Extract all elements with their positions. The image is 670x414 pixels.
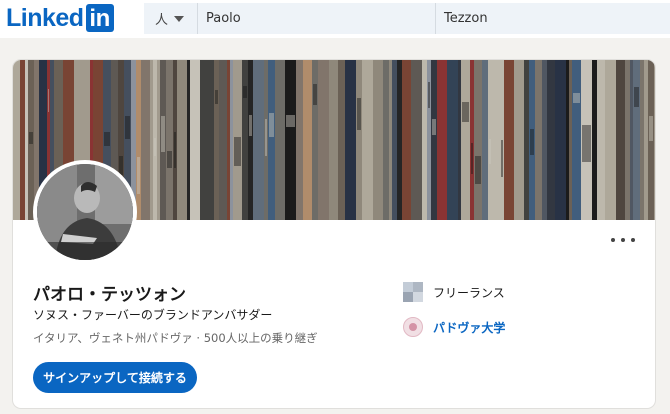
more-dot	[611, 238, 615, 242]
more-options-button[interactable]	[611, 232, 635, 248]
more-dot	[631, 238, 635, 242]
people-search-bar: 人 Paolo Tezzon	[144, 3, 670, 34]
profile-headline: ソヌス・ファーバーのブランドアンバサダー	[33, 308, 273, 322]
first-name-value: Paolo	[206, 11, 241, 26]
last-name-input[interactable]: Tezzon	[436, 3, 670, 34]
linkedin-logo[interactable]: Linked in	[6, 4, 114, 32]
school-name: パドヴァ大学	[433, 320, 506, 335]
search-category-label: 人	[155, 13, 169, 28]
top-navigation-bar: Linked in 人 Paolo Tezzon	[0, 0, 670, 38]
profile-card: パオロ・テッツォン ソヌス・ファーバーのブランドアンバサダー イタリア、ヴェネト…	[13, 60, 655, 408]
company-name: フリーランス	[433, 285, 505, 300]
first-name-input[interactable]: Paolo	[198, 3, 436, 34]
school-logo-icon	[403, 317, 423, 337]
caret-down-icon	[174, 15, 185, 22]
profile-photo-image	[37, 164, 133, 260]
profile-photo	[37, 164, 133, 260]
more-dot	[621, 238, 625, 242]
school-link[interactable]: パドヴァ大学	[403, 317, 505, 337]
avatar[interactable]	[33, 160, 137, 264]
company-logo-icon	[403, 282, 423, 302]
search-category-dropdown[interactable]: 人	[144, 3, 198, 34]
logo-wordmark: Linked	[6, 3, 84, 32]
sign-up-to-connect-button[interactable]: サインアップして接続する	[33, 362, 197, 393]
profile-name: パオロ・テッツォン	[33, 285, 186, 305]
last-name-value: Tezzon	[444, 11, 488, 26]
logo-in-box: in	[85, 4, 114, 32]
current-company-link[interactable]: フリーランス	[403, 282, 505, 302]
profile-location: イタリア、ヴェネト州パドヴァ · 500人以上の乗り継ぎ	[33, 331, 318, 345]
